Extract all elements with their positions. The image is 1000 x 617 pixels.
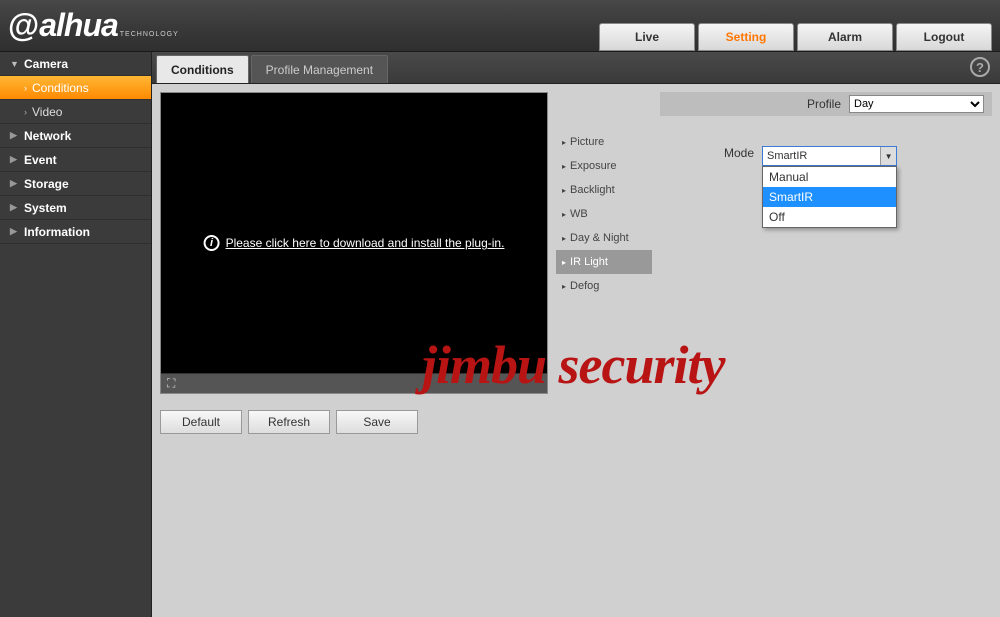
sidebar-sub-video[interactable]: › Video (0, 100, 151, 124)
sidebar-sub-label: Conditions (32, 81, 89, 95)
sidebar-label: Information (24, 225, 90, 239)
option-ir-light[interactable]: ▸IR Light (556, 250, 652, 274)
sidebar-item-information[interactable]: ▶ Information (0, 220, 151, 244)
bullet-icon: ▸ (562, 234, 566, 243)
sidebar-item-event[interactable]: ▶ Event (0, 148, 151, 172)
main-area: Conditions Profile Management ? i Please… (152, 52, 1000, 617)
caret-right-icon: › (24, 107, 27, 117)
sidebar-item-camera[interactable]: ▼ Camera (0, 52, 151, 76)
bullet-icon: ▸ (562, 138, 566, 147)
bullet-icon: ▸ (562, 210, 566, 219)
mode-selected: SmartIR (767, 150, 807, 162)
profile-label: Profile (807, 97, 841, 111)
tab-profile-management[interactable]: Profile Management (251, 55, 388, 83)
sidebar-sub-conditions[interactable]: › Conditions (0, 76, 151, 100)
tab-bar: Conditions Profile Management ? (152, 52, 1000, 84)
sidebar: ▼ Camera › Conditions › Video ▶ Network … (0, 52, 152, 617)
profile-select[interactable]: Day (849, 95, 984, 113)
save-button[interactable]: Save (336, 410, 418, 434)
sidebar-label: Network (24, 129, 71, 143)
mode-option-off[interactable]: Off (763, 207, 896, 227)
mode-select-wrap: SmartIR ▼ Manual SmartIR Off (762, 146, 897, 166)
action-buttons: Default Refresh Save (160, 410, 548, 434)
option-exposure[interactable]: ▸Exposure (556, 154, 652, 178)
plugin-message: i Please click here to download and inst… (204, 235, 505, 251)
nav-alarm[interactable]: Alarm (797, 23, 893, 51)
mode-row: Mode SmartIR ▼ Manual SmartIR Off (660, 146, 992, 166)
settings-column: Profile Day Mode SmartIR ▼ Manual (660, 92, 992, 609)
sidebar-item-storage[interactable]: ▶ Storage (0, 172, 151, 196)
default-button[interactable]: Default (160, 410, 242, 434)
option-defog[interactable]: ▸Defog (556, 274, 652, 298)
triangle-right-icon: ▶ (10, 130, 18, 141)
bullet-icon: ▸ (562, 282, 566, 291)
video-controls: ⛶ (161, 373, 547, 393)
mode-select[interactable]: SmartIR ▼ (762, 146, 897, 166)
video-preview: i Please click here to download and inst… (160, 92, 548, 394)
triangle-right-icon: ▶ (10, 226, 18, 237)
bullet-icon: ▸ (562, 258, 566, 267)
option-backlight[interactable]: ▸Backlight (556, 178, 652, 202)
nav-live[interactable]: Live (599, 23, 695, 51)
brand-logo: @alhua TECHNOLOGY (0, 7, 179, 44)
fullscreen-icon[interactable]: ⛶ (167, 376, 175, 391)
refresh-button[interactable]: Refresh (248, 410, 330, 434)
triangle-right-icon: ▶ (10, 154, 18, 165)
bullet-icon: ▸ (562, 162, 566, 171)
sidebar-item-system[interactable]: ▶ System (0, 196, 151, 220)
plugin-download-link[interactable]: Please click here to download and instal… (226, 236, 505, 250)
tab-conditions[interactable]: Conditions (156, 55, 249, 83)
mode-dropdown: Manual SmartIR Off (762, 166, 897, 228)
sidebar-item-network[interactable]: ▶ Network (0, 124, 151, 148)
sidebar-label: Storage (24, 177, 69, 191)
sidebar-label: Event (24, 153, 57, 167)
options-list: ▸Picture ▸Exposure ▸Backlight ▸WB ▸Day &… (556, 92, 652, 609)
content-area: i Please click here to download and inst… (152, 84, 1000, 617)
triangle-right-icon: ▶ (10, 178, 18, 189)
option-wb[interactable]: ▸WB (556, 202, 652, 226)
bullet-icon: ▸ (562, 186, 566, 195)
mode-option-manual[interactable]: Manual (763, 167, 896, 187)
logo-at: @ (8, 7, 39, 44)
profile-bar: Profile Day (660, 92, 992, 116)
sidebar-label: System (24, 201, 67, 215)
info-icon: i (204, 235, 220, 251)
help-icon[interactable]: ? (970, 57, 990, 77)
triangle-down-icon: ▼ (10, 59, 18, 69)
sidebar-sub-label: Video (32, 105, 62, 119)
option-picture[interactable]: ▸Picture (556, 130, 652, 154)
logo-text: alhua (39, 7, 118, 44)
mode-option-smartir[interactable]: SmartIR (763, 187, 896, 207)
caret-right-icon: › (24, 83, 27, 93)
top-nav: Live Setting Alarm Logout (599, 0, 992, 51)
option-day-night[interactable]: ▸Day & Night (556, 226, 652, 250)
mode-label: Mode (724, 146, 754, 160)
triangle-right-icon: ▶ (10, 202, 18, 213)
logo-subtext: TECHNOLOGY (120, 31, 179, 38)
nav-logout[interactable]: Logout (896, 23, 992, 51)
sidebar-label: Camera (24, 57, 68, 71)
dropdown-arrow-icon: ▼ (880, 147, 896, 165)
left-column: i Please click here to download and inst… (160, 92, 548, 609)
header-bar: @alhua TECHNOLOGY Live Setting Alarm Log… (0, 0, 1000, 52)
nav-setting[interactable]: Setting (698, 23, 794, 51)
